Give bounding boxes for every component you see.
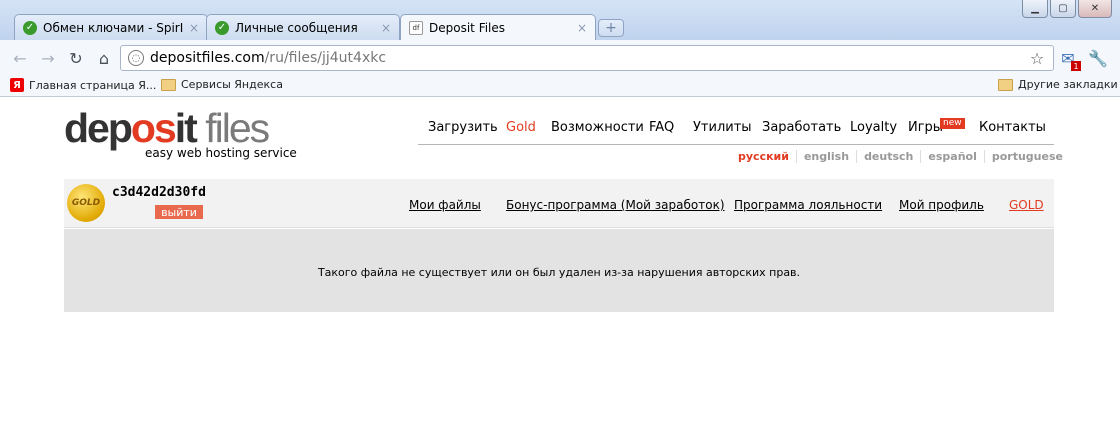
minimize-icon[interactable]: ▁	[1022, 0, 1048, 18]
folder-icon	[161, 78, 176, 91]
browser-toolbar: ← → ↻ ⌂ ◌ depositfiles.com/ru/files/jj4u…	[0, 40, 1120, 75]
bookmark-star-icon[interactable]: ☆	[1027, 48, 1047, 68]
link-my-profile[interactable]: Мой профиль	[899, 198, 984, 212]
file-not-found-message: Такого файла не существует или он был уд…	[317, 266, 801, 279]
nav-utilities[interactable]: Утилиты	[693, 120, 752, 135]
nav-earn[interactable]: Заработать	[762, 120, 841, 135]
nav-features[interactable]: Возможности	[551, 120, 644, 135]
link-bonus-program[interactable]: Бонус-программа (Мой заработок)	[506, 198, 725, 212]
link-loyalty-program[interactable]: Программа лояльности	[734, 198, 882, 212]
home-icon[interactable]: ⌂	[94, 48, 114, 68]
bookmark-label: Сервисы Яндекса	[181, 78, 283, 91]
lang-spanish[interactable]: español	[920, 150, 983, 163]
lang-russian[interactable]: русский	[738, 150, 796, 163]
logo-wordmark: deposit files	[64, 105, 270, 151]
lang-english[interactable]: english	[795, 150, 856, 163]
bookmark-yandex-services[interactable]: Сервисы Яндекса	[161, 78, 283, 91]
nav-gold[interactable]: Gold	[506, 120, 536, 135]
nav-games[interactable]: Игры	[908, 120, 943, 135]
nav-upload[interactable]: Загрузить	[428, 120, 498, 135]
check-icon: ✓	[23, 20, 37, 35]
browser-tab-strip: ✓ Обмен ключами - SpirITix ... × ✓ Личны…	[0, 0, 1120, 41]
nav-faq[interactable]: FAQ	[649, 120, 674, 135]
url-path: /ru/files/jj4ut4xkc	[264, 50, 387, 66]
new-badge: new	[940, 118, 965, 129]
reload-icon[interactable]: ↻	[66, 48, 86, 68]
tab-deposit-files[interactable]: df Deposit Files ×	[400, 14, 596, 41]
new-tab-button[interactable]: +	[598, 19, 624, 37]
tab-spiritix[interactable]: ✓ Обмен ключами - SpirITix ... ×	[14, 14, 208, 40]
address-bar[interactable]: ◌ depositfiles.com/ru/files/jj4ut4xkc	[120, 45, 1054, 71]
depositfiles-logo[interactable]: deposit files easy web hosting service	[64, 105, 297, 161]
maximize-icon[interactable]: ▢	[1050, 0, 1076, 18]
yandex-icon: Я	[10, 78, 24, 92]
forward-arrow-icon[interactable]: →	[38, 48, 58, 68]
close-tab-icon[interactable]: ×	[381, 21, 391, 35]
close-window-icon[interactable]: ✕	[1078, 0, 1112, 18]
close-tab-icon[interactable]: ×	[189, 21, 199, 35]
folder-icon	[998, 78, 1013, 91]
tab-title: Личные сообщения	[235, 20, 358, 35]
lang-german[interactable]: deutsch	[856, 150, 920, 163]
globe-icon: ◌	[128, 50, 144, 66]
tab-messages[interactable]: ✓ Личные сообщения ×	[206, 14, 400, 40]
gold-coin-icon: GOLD	[67, 184, 105, 222]
message-panel: Такого файла не существует или он был уд…	[64, 229, 1054, 312]
wrench-icon[interactable]: 🔧	[1088, 48, 1108, 68]
tab-title: Deposit Files	[429, 21, 506, 35]
lang-portuguese[interactable]: portuguese	[983, 150, 1070, 163]
nav-contacts[interactable]: Контакты	[979, 120, 1046, 135]
other-bookmarks-label: Другие закладки	[1018, 78, 1118, 91]
user-bar: GOLD c3d42d2d30fd выйти Мои файлы Бонус-…	[64, 179, 1054, 228]
url-host: depositfiles.com	[150, 50, 265, 66]
link-gold[interactable]: GOLD	[1009, 198, 1044, 212]
mail-count-badge: 1	[1071, 61, 1081, 71]
close-tab-icon[interactable]: ×	[577, 21, 587, 35]
window-controls: ▁ ▢ ✕	[1022, 0, 1112, 18]
bookmark-label: Главная страница Я...	[29, 78, 157, 92]
depositfiles-favicon: df	[409, 21, 423, 35]
other-bookmarks[interactable]: Другие закладки	[998, 78, 1118, 91]
tab-title: Обмен ключами - SpirITix ...	[43, 20, 183, 35]
mail-checker-icon[interactable]: ✉ 1	[1058, 48, 1081, 71]
username: c3d42d2d30fd	[112, 185, 206, 200]
check-icon: ✓	[215, 20, 229, 35]
language-switcher: русский english deutsch español portugue…	[738, 150, 1070, 163]
link-my-files[interactable]: Мои файлы	[409, 198, 481, 212]
logout-button[interactable]: выйти	[155, 205, 203, 219]
logo-tagline: easy web hosting service	[145, 146, 297, 160]
nav-loyalty[interactable]: Loyalty	[850, 120, 897, 135]
bookmark-yandex-home[interactable]: Я Главная страница Я...	[10, 78, 156, 92]
back-arrow-icon[interactable]: ←	[10, 48, 30, 68]
bookmarks-bar: Я Главная страница Я... Сервисы Яндекса …	[0, 75, 1120, 97]
